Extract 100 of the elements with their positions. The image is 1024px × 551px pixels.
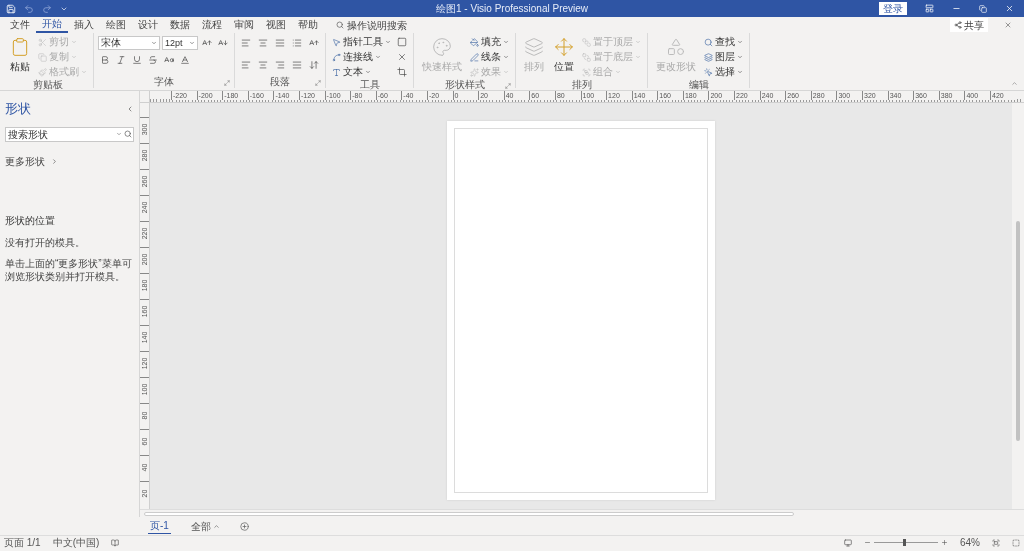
underline-icon[interactable] (130, 53, 144, 67)
font-color-icon[interactable] (178, 53, 192, 67)
caret-icon (71, 54, 77, 60)
ribbon-small-icon (470, 67, 479, 77)
ribbon-small-button[interactable]: 连接线 (330, 50, 393, 64)
align-bottom-icon[interactable] (273, 36, 287, 50)
ribbon-small-button[interactable]: 选择 (702, 65, 745, 79)
menu-tab[interactable]: 数据 (164, 17, 196, 33)
dialog-launcher-icon[interactable] (315, 80, 321, 86)
tell-me-field[interactable]: 操作说明搜索 (332, 18, 441, 32)
menu-tab[interactable]: 文件 (4, 17, 36, 33)
save-icon[interactable] (6, 3, 16, 14)
ribbon-small-icon (470, 37, 479, 47)
menu-tab[interactable]: 绘图 (100, 17, 132, 33)
ribbon-small-icon (582, 67, 591, 77)
restore-icon[interactable] (979, 4, 987, 13)
ribbon-display-icon[interactable] (925, 4, 934, 13)
align-middle-icon[interactable] (256, 36, 270, 50)
pane-title: 形状 (5, 100, 31, 118)
caret-icon (503, 69, 509, 75)
crop-icon[interactable] (395, 65, 409, 79)
zoom-level: 64% (960, 536, 980, 549)
strikethrough-icon[interactable] (146, 53, 160, 67)
add-page-icon[interactable] (239, 521, 249, 531)
undo-icon[interactable] (24, 3, 34, 14)
share-button[interactable]: 共享 (950, 18, 988, 32)
collapse-pane-icon[interactable] (126, 104, 134, 113)
menu-tab[interactable]: 设计 (132, 17, 164, 33)
ribbon-large-icon (554, 37, 574, 57)
ribbon-large-button[interactable]: 位置 (550, 33, 578, 79)
caret-icon (737, 69, 743, 75)
bullets-icon[interactable] (290, 36, 304, 50)
ribbon-group-label: 工具 (359, 79, 380, 91)
ribbon-small-button[interactable]: 填充 (468, 35, 511, 49)
rectangle-icon[interactable] (395, 35, 409, 49)
ribbon-small-button[interactable]: 图层 (702, 50, 745, 64)
dialog-launcher-icon[interactable] (224, 80, 230, 86)
menu-tab[interactable]: 流程 (196, 17, 228, 33)
ribbon-small-button[interactable]: 线条 (468, 50, 511, 64)
caret-icon (81, 69, 87, 75)
more-shapes-menu[interactable]: 更多形状 (5, 153, 134, 169)
window-title: 绘图1 - Visio Professional Preview (435, 1, 589, 16)
caret-icon (503, 54, 509, 60)
font-name-field[interactable]: 宋体 (98, 36, 160, 50)
italic-icon[interactable] (114, 53, 128, 67)
ribbon-large-button[interactable]: 粘贴 (6, 33, 34, 79)
menu-tab[interactable]: 帮助 (292, 17, 324, 33)
menu-tab[interactable]: 插入 (68, 17, 100, 33)
shape-search-field[interactable]: 搜索形状 (5, 126, 134, 142)
ribbon-small-button[interactable]: 文本 (330, 65, 393, 79)
ribbon-small-icon (470, 52, 479, 62)
zoom-in-icon[interactable] (941, 539, 948, 546)
search-icon[interactable] (124, 130, 132, 138)
ribbon-group-label: 剪贴板 (32, 79, 63, 91)
redo-icon[interactable] (42, 3, 52, 14)
ribbon-group-label: 字体 (154, 76, 174, 88)
ribbon-small-icon (38, 67, 47, 77)
ribbon-small-icon (332, 52, 341, 62)
pane-message: 单击上面的“更多形状”菜单可浏览形状类别并打开模具。 (5, 256, 133, 283)
ribbon-small-button[interactable]: 查找 (702, 35, 745, 49)
caret-icon (635, 39, 641, 45)
caret-icon (71, 39, 77, 45)
shape-search-input[interactable]: 搜索形状 (8, 126, 116, 142)
ribbon-large-icon (666, 37, 686, 57)
presentation-icon[interactable] (844, 538, 852, 547)
chevron-right-icon (51, 157, 58, 165)
page-count: 页面 1/1 (4, 536, 41, 549)
zoom-slider-thumb[interactable] (902, 539, 906, 546)
caret-icon (635, 54, 641, 60)
ribbon-group-label: 形状样式 (444, 79, 485, 91)
align-top-icon[interactable] (239, 36, 253, 50)
menu-tab[interactable]: 视图 (260, 17, 292, 33)
caret-icon (212, 522, 220, 530)
font-size-field[interactable]: 12pt (162, 36, 198, 50)
ribbon-small-icon (38, 37, 47, 47)
font-name-value: 宋体 (101, 37, 121, 49)
font-size-value: 12pt (165, 37, 183, 49)
fit-page-icon[interactable] (992, 538, 1000, 547)
sign-in-button[interactable]: 登录 (879, 2, 907, 15)
ribbon-small-icon (704, 67, 713, 77)
ribbon-small-icon (332, 37, 341, 47)
language: 中文(中国) (52, 536, 100, 549)
ribbon-small-button[interactable]: 指针工具 (330, 35, 393, 49)
caret-icon (385, 39, 391, 45)
ribbon-small-icon (582, 52, 591, 62)
collapse-ribbon-icon[interactable] (1011, 80, 1018, 87)
caret-icon (189, 40, 195, 46)
pane-message: 没有打开的模具。 (5, 235, 86, 249)
caret-icon (151, 40, 157, 46)
dialog-launcher-icon[interactable] (505, 83, 511, 89)
all-pages-button[interactable]: 全部 (190, 518, 220, 534)
page-tab[interactable]: 页-1 (148, 518, 171, 534)
caret-icon (737, 54, 743, 60)
ribbon-group-label: 编辑 (688, 79, 709, 91)
caret-icon (116, 131, 122, 137)
caret-icon (365, 69, 371, 75)
zoom-out-icon[interactable] (864, 539, 871, 546)
tell-me-input[interactable]: 操作说明搜索 (347, 17, 437, 33)
menu-tab[interactable]: 审阅 (228, 17, 260, 33)
caret-icon (503, 39, 509, 45)
